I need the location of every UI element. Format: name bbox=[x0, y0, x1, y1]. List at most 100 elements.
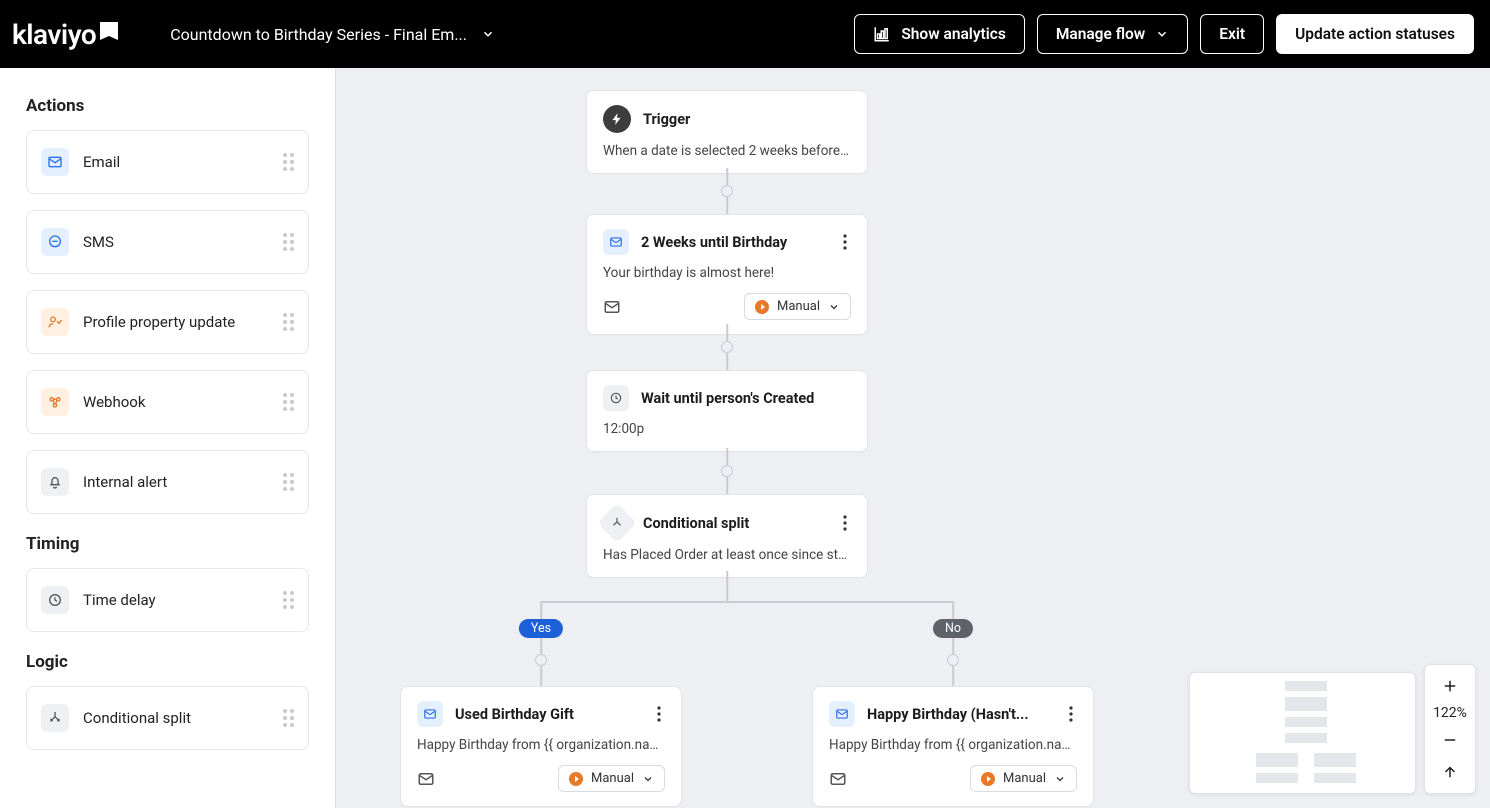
action-card-email[interactable]: Email bbox=[26, 130, 309, 194]
section-title-logic: Logic bbox=[26, 652, 309, 672]
connector-line bbox=[541, 601, 953, 603]
update-action-statuses-button[interactable]: Update action statuses bbox=[1276, 14, 1474, 54]
profile-update-icon bbox=[41, 308, 69, 336]
action-card-sms[interactable]: SMS bbox=[26, 210, 309, 274]
chevron-down-icon bbox=[642, 773, 654, 785]
status-dropdown[interactable]: Manual bbox=[744, 293, 851, 320]
status-dropdown[interactable]: Manual bbox=[558, 765, 665, 792]
action-card-label: Time delay bbox=[83, 591, 156, 609]
update-action-statuses-label: Update action statuses bbox=[1295, 25, 1455, 43]
drag-handle-icon[interactable] bbox=[283, 709, 294, 727]
node-menu-button[interactable] bbox=[653, 704, 665, 724]
minimap[interactable] bbox=[1189, 672, 1416, 794]
add-step-button[interactable] bbox=[535, 654, 547, 666]
chevron-down-icon bbox=[481, 27, 495, 41]
node-title: Conditional split bbox=[643, 515, 749, 532]
drag-handle-icon[interactable] bbox=[283, 233, 294, 251]
connector-line bbox=[540, 601, 542, 687]
split-icon bbox=[41, 704, 69, 732]
preview-icon[interactable] bbox=[603, 298, 621, 316]
node-title: Wait until person's Created bbox=[641, 390, 814, 407]
chevron-down-icon bbox=[1054, 773, 1066, 785]
status-label: Manual bbox=[1003, 771, 1046, 786]
app-header: klaviyo Countdown to Birthday Series - F… bbox=[0, 0, 1490, 68]
actions-sidebar: Actions Email SMS Profile property updat… bbox=[0, 68, 336, 808]
zoom-controls: 122% bbox=[1424, 664, 1476, 794]
node-wait[interactable]: Wait until person's Created 12:00p bbox=[586, 370, 868, 452]
email-icon bbox=[603, 229, 629, 255]
status-label: Manual bbox=[777, 299, 820, 314]
preview-icon[interactable] bbox=[829, 770, 847, 788]
drag-handle-icon[interactable] bbox=[283, 473, 294, 491]
action-card-webhook[interactable]: Webhook bbox=[26, 370, 309, 434]
node-title: Trigger bbox=[643, 111, 690, 128]
section-title-timing: Timing bbox=[26, 534, 309, 554]
chevron-down-icon bbox=[828, 301, 840, 313]
action-card-label: SMS bbox=[83, 233, 114, 251]
analytics-icon bbox=[873, 25, 891, 43]
manage-flow-label: Manage flow bbox=[1056, 25, 1145, 43]
node-title: 2 Weeks until Birthday bbox=[641, 234, 787, 251]
flow-title-text: Countdown to Birthday Series - Final Em.… bbox=[170, 25, 467, 44]
flow-title-dropdown[interactable]: Countdown to Birthday Series - Final Em.… bbox=[170, 25, 495, 44]
status-indicator-icon bbox=[755, 300, 769, 314]
drag-handle-icon[interactable] bbox=[283, 153, 294, 171]
node-description: 12:00p bbox=[603, 421, 851, 437]
status-dropdown[interactable]: Manual bbox=[970, 765, 1077, 792]
section-title-actions: Actions bbox=[26, 96, 309, 116]
action-card-profile-update[interactable]: Profile property update bbox=[26, 290, 309, 354]
status-label: Manual bbox=[591, 771, 634, 786]
split-icon bbox=[597, 503, 637, 543]
node-description: Happy Birthday from {{ organization.name… bbox=[829, 737, 1077, 753]
status-indicator-icon bbox=[981, 772, 995, 786]
add-step-button[interactable] bbox=[721, 185, 733, 197]
brand-logo-flag-icon bbox=[100, 22, 118, 36]
action-card-conditional-split[interactable]: Conditional split bbox=[26, 686, 309, 750]
preview-icon[interactable] bbox=[417, 770, 435, 788]
connector-line bbox=[952, 601, 954, 687]
email-icon bbox=[41, 148, 69, 176]
node-conditional-split[interactable]: Conditional split Has Placed Order at le… bbox=[586, 494, 868, 578]
drag-handle-icon[interactable] bbox=[283, 591, 294, 609]
sms-icon bbox=[41, 228, 69, 256]
node-menu-button[interactable] bbox=[1065, 704, 1077, 724]
node-email-2weeks[interactable]: 2 Weeks until Birthday Your birthday is … bbox=[586, 214, 868, 335]
action-card-internal-alert[interactable]: Internal alert bbox=[26, 450, 309, 514]
connector-line bbox=[726, 571, 728, 601]
action-card-time-delay[interactable]: Time delay bbox=[26, 568, 309, 632]
zoom-in-button[interactable] bbox=[1432, 673, 1468, 699]
node-menu-button[interactable] bbox=[839, 232, 851, 252]
add-step-button[interactable] bbox=[947, 654, 959, 666]
manage-flow-button[interactable]: Manage flow bbox=[1037, 14, 1188, 54]
node-email-happy-birthday[interactable]: Happy Birthday (Hasn't... Happy Birthday… bbox=[812, 686, 1094, 807]
branch-label-yes: Yes bbox=[519, 619, 563, 638]
brand-logo: klaviyo bbox=[12, 18, 118, 51]
bell-icon bbox=[41, 468, 69, 496]
show-analytics-label: Show analytics bbox=[901, 25, 1006, 43]
zoom-fit-button[interactable] bbox=[1432, 759, 1468, 785]
chevron-down-icon bbox=[1155, 27, 1169, 41]
action-card-label: Webhook bbox=[83, 393, 145, 411]
status-indicator-icon bbox=[569, 772, 583, 786]
action-card-label: Conditional split bbox=[83, 709, 191, 727]
email-icon bbox=[829, 701, 855, 727]
node-trigger[interactable]: Trigger When a date is selected 2 weeks … bbox=[586, 90, 868, 174]
node-email-used-gift[interactable]: Used Birthday Gift Happy Birthday from {… bbox=[400, 686, 682, 807]
node-menu-button[interactable] bbox=[839, 513, 851, 533]
add-step-button[interactable] bbox=[721, 465, 733, 477]
node-title: Happy Birthday (Hasn't... bbox=[867, 706, 1029, 723]
add-step-button[interactable] bbox=[721, 341, 733, 353]
drag-handle-icon[interactable] bbox=[283, 313, 294, 331]
action-card-label: Internal alert bbox=[83, 473, 167, 491]
flow-canvas[interactable]: Trigger When a date is selected 2 weeks … bbox=[336, 68, 1490, 808]
email-icon bbox=[417, 701, 443, 727]
node-description: Your birthday is almost here! bbox=[603, 265, 851, 281]
zoom-out-button[interactable] bbox=[1432, 727, 1468, 753]
exit-button[interactable]: Exit bbox=[1200, 14, 1264, 54]
show-analytics-button[interactable]: Show analytics bbox=[854, 14, 1025, 54]
trigger-icon bbox=[603, 105, 631, 133]
drag-handle-icon[interactable] bbox=[283, 393, 294, 411]
exit-label: Exit bbox=[1219, 25, 1245, 43]
branch-label-no: No bbox=[933, 619, 973, 638]
node-description: Has Placed Order at least once since sta… bbox=[603, 547, 851, 563]
